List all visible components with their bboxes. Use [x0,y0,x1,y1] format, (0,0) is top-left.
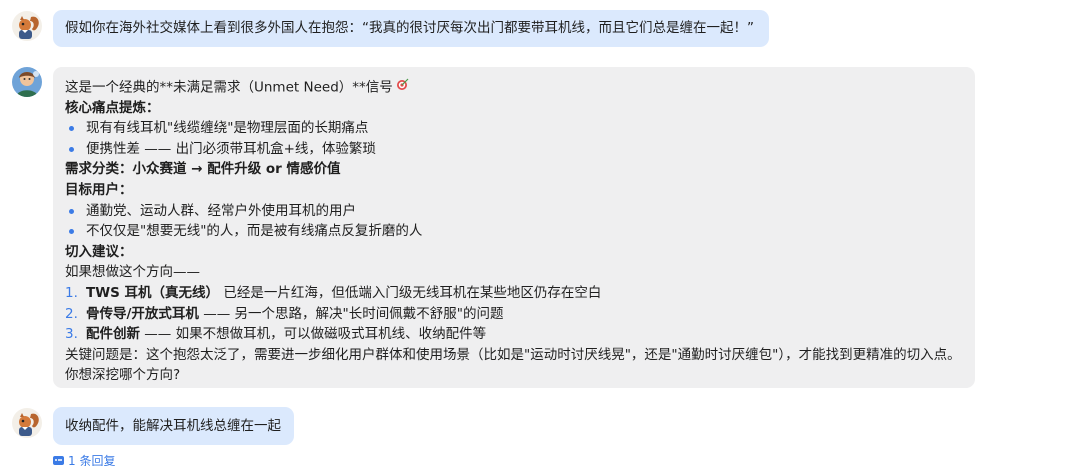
target-users-heading: 目标用户： [65,181,133,198]
user-question-text: 假如你在海外社交媒体上看到很多外国人在抱怨：“我真的很讨厌每次出门都要带耳机线，… [65,20,754,36]
entry-lead-text: 如果想做这个方向—— [65,264,200,281]
user-avatar[interactable] [12,11,42,41]
pain-points-heading: 核心痛点提炼： [65,99,160,116]
entry-suggestions-heading: 切入建议： [65,243,133,260]
target-icon [396,77,409,98]
bot-avatar[interactable] [12,67,42,97]
squirrel-avatar-icon [12,408,42,438]
reply-icon [53,455,64,465]
entry-item: 3. 配件创新 —— 如果不想做耳机，可以做磁吸式耳机线、收纳配件等 [65,326,487,343]
entry-item: 1. TWS 耳机（真无线） 已经是一片红海，但低端入门级无线耳机在某些地区仍存在… [65,284,602,301]
user-message-reply: 收纳配件，能解决耳机线总缠在一起 [53,407,294,445]
bot-avatar-icon [12,67,42,97]
bot-intro-line: 这是一个经典的**未满足需求（Unmet Need）**信号 [65,77,963,98]
pain-point-item: 现有有线耳机"线缆缠绕"是物理层面的长期痛点 [65,118,963,139]
bot-message-analysis: 这是一个经典的**未满足需求（Unmet Need）**信号 核心痛点提炼： 现… [53,67,975,388]
reply-count-link[interactable]: 1 条回复 [53,452,115,466]
target-user-item: 不仅仅是"想要无线"的人，而是被有线痛点反复折磨的人 [65,221,963,242]
bot-intro-text: 这是一个经典的**未满足需求（Unmet Need）**信号 [65,79,393,96]
user-reply-text: 收纳配件，能解决耳机线总缠在一起 [65,418,281,434]
category-line: 需求分类：小众赛道 → 配件升级 or 情感价值 [65,161,341,178]
reply-count-text: 1 条回复 [68,453,116,466]
target-user-item: 通勤党、运动人群、经常户外使用耳机的用户 [65,201,963,222]
key-question-text: 关键问题是：这个抱怨太泛了，需要进一步细化用户群体和使用场景（比如是"运动时讨厌… [65,346,961,363]
squirrel-avatar-icon [12,11,42,41]
user-message-question: 假如你在海外社交媒体上看到很多外国人在抱怨：“我真的很讨厌每次出门都要带耳机线，… [53,10,769,47]
followup-question-text: 你想深挖哪个方向? [65,367,181,384]
entry-item: 2. 骨传导/开放式耳机 —— 另一个思路，解决"长时间佩戴不舒服"的问题 [65,305,504,322]
pain-point-item: 便携性差 —— 出门必须带耳机盒+线，体验繁琐 [65,139,963,160]
user-avatar[interactable] [12,408,42,438]
